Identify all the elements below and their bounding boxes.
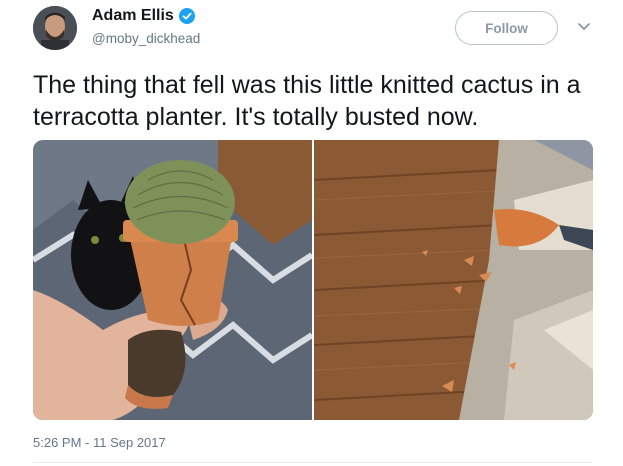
display-name[interactable]: Adam Ellis: [92, 7, 174, 25]
follow-button[interactable]: Follow: [455, 11, 558, 45]
avatar-image: [33, 6, 77, 50]
photo-cactus-in-hand[interactable]: [33, 140, 312, 420]
photo-broken-shards-floor[interactable]: [314, 140, 593, 420]
tweet-media[interactable]: [33, 140, 593, 420]
verified-badge-icon: [178, 8, 195, 24]
chevron-down-icon[interactable]: [577, 22, 591, 32]
tweet-timestamp[interactable]: 5:26 PM - 11 Sep 2017: [33, 435, 166, 450]
author-name-row: Adam Ellis: [92, 7, 195, 25]
user-handle[interactable]: @moby_dickhead: [92, 31, 200, 46]
divider: [33, 462, 593, 463]
tweet-text: The thing that fell was this little knit…: [33, 71, 581, 131]
avatar[interactable]: [33, 6, 77, 50]
